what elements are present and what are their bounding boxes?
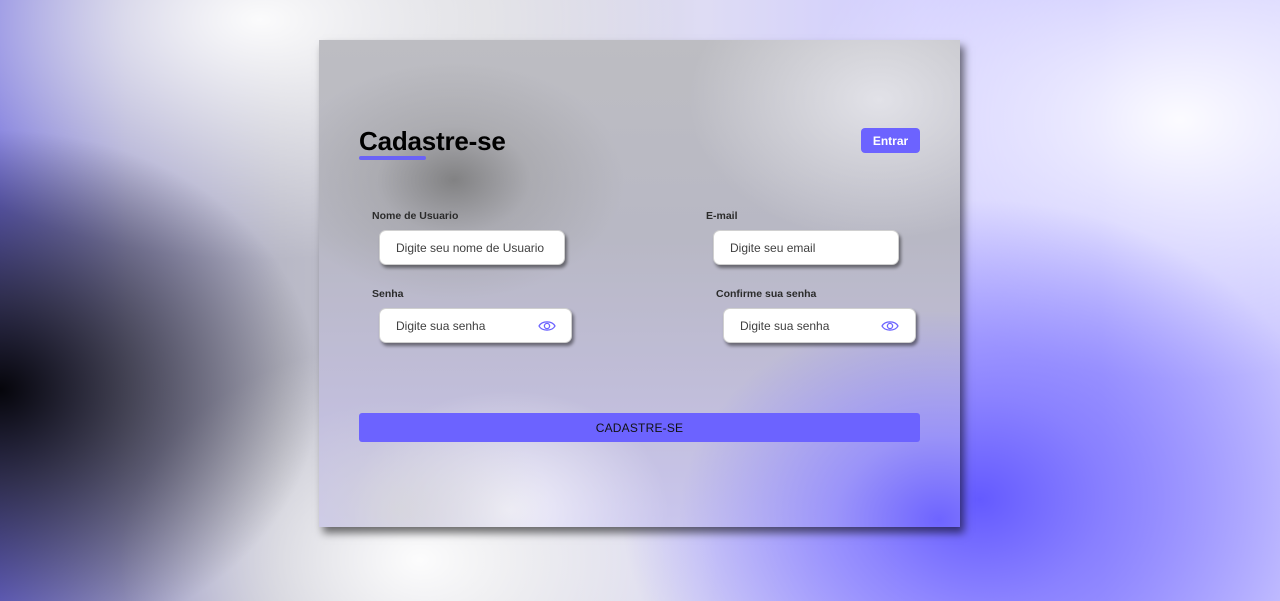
email-input[interactable] (713, 230, 899, 265)
username-label: Nome de Usuario (372, 210, 459, 222)
password-label: Senha (372, 288, 404, 300)
email-label: E-mail (706, 210, 738, 222)
confirm-password-label: Confirme sua senha (716, 288, 817, 300)
title-underline (359, 156, 426, 160)
signup-card: Cadastre-se Entrar Nome de Usuario E-mai… (319, 40, 960, 527)
eye-icon[interactable] (538, 319, 556, 333)
eye-icon[interactable] (881, 319, 899, 333)
username-input[interactable] (379, 230, 565, 265)
login-button[interactable]: Entrar (861, 128, 920, 153)
signup-submit-button[interactable]: CADASTRE-SE (359, 413, 920, 442)
page-title: Cadastre-se (359, 126, 506, 156)
